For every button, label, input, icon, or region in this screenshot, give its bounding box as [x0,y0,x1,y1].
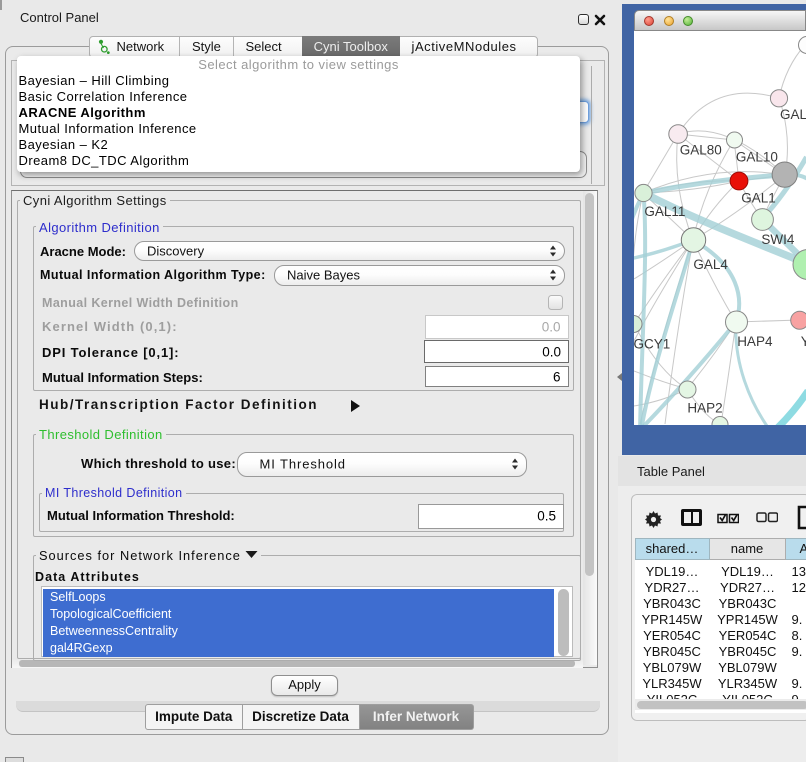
svg-text:HAP4: HAP4 [737,334,773,349]
svg-text:GAL4: GAL4 [693,257,728,272]
svg-text:YM: YM [800,334,806,349]
svg-text:GAL80: GAL80 [679,143,721,158]
svg-text:SWI4: SWI4 [761,232,794,247]
svg-text:HAP2: HAP2 [687,401,722,416]
svg-text:GAL10: GAL10 [735,150,777,165]
svg-text:GAL1: GAL1 [741,191,776,206]
svg-text:GAL11: GAL11 [644,204,685,219]
svg-text:GCY1: GCY1 [634,337,670,352]
svg-text:GAL2: GAL2 [780,107,806,122]
